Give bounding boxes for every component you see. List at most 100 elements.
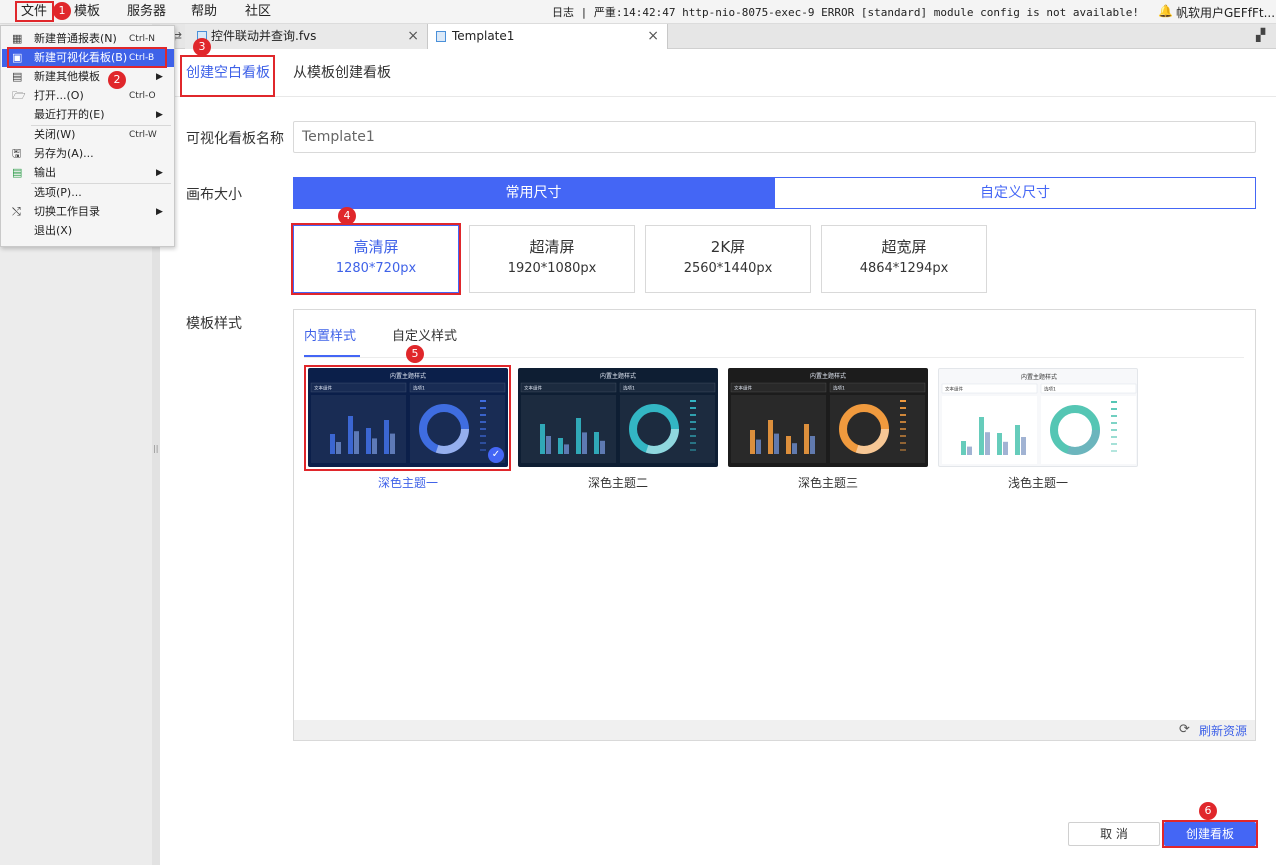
menu-item-export[interactable]: ▤ 输出 ▶ bbox=[2, 164, 174, 182]
menu-item-open[interactable]: 🗁 打开...(O) Ctrl-O bbox=[2, 87, 174, 105]
thumb-legend-swatch bbox=[1111, 408, 1117, 410]
create-dashboard-button[interactable]: 创建看板 bbox=[1164, 822, 1256, 846]
size-title: 超清屏 bbox=[529, 238, 575, 256]
tab-label: Template1 bbox=[452, 29, 515, 43]
theme-thumbnail[interactable]: 内置主题样式 文本组件 选项1 bbox=[518, 368, 718, 467]
size-resolution: 2560*1440px bbox=[683, 261, 773, 276]
dashboard-name-input[interactable]: Template1 bbox=[293, 121, 1256, 153]
thumb-bar bbox=[540, 424, 545, 454]
menu-item-new-other[interactable]: ▤ 新建其他模板 ▶ bbox=[2, 68, 174, 86]
theme-name: 深色主题一 bbox=[377, 476, 438, 490]
close-icon[interactable]: × bbox=[647, 24, 659, 49]
menu-file[interactable]: 文件 bbox=[21, 3, 47, 21]
thumb-legend-swatch bbox=[690, 449, 696, 451]
thumb-legend-swatch bbox=[900, 449, 906, 451]
theme-name: 深色主题三 bbox=[797, 476, 858, 490]
grid-report-icon: ▦ bbox=[12, 32, 23, 45]
tab-common-size[interactable]: 常用尺寸 bbox=[293, 177, 774, 209]
template-style-label: 模板样式 bbox=[186, 316, 242, 332]
menu-item-exit[interactable]: 退出(X) bbox=[2, 222, 174, 240]
cancel-button[interactable]: 取 消 bbox=[1068, 822, 1160, 846]
menu-item-options[interactable]: 选项(P)... bbox=[2, 184, 174, 202]
tab-menu-icon[interactable]: ▞ bbox=[1256, 28, 1265, 42]
step-badge: 3 bbox=[193, 38, 211, 56]
size-card-ultrawide[interactable]: 超宽屏 4864*1294px bbox=[821, 225, 987, 293]
refresh-resources-link[interactable]: 刷新资源 bbox=[1199, 722, 1247, 739]
refresh-icon[interactable]: ⟳ bbox=[1179, 722, 1190, 737]
tab-custom-style[interactable]: 自定义样式 bbox=[392, 325, 457, 344]
thumb-text-widget-label: 文本组件 bbox=[524, 385, 542, 392]
theme-preview: 内置主题样式 文本组件 选项1 bbox=[310, 372, 506, 463]
theme-thumbnail[interactable]: 内置主题样式 文本组件 选项1 bbox=[938, 368, 1138, 467]
size-card-hd[interactable]: 高清屏 1280*720px bbox=[293, 225, 459, 293]
thumb-dropdown-label: 选项1 bbox=[1044, 386, 1056, 393]
menu-shortcut: Ctrl-O bbox=[129, 91, 156, 101]
size-resolution: 1280*720px bbox=[335, 261, 417, 276]
menu-item-label: 选项(P)... bbox=[34, 186, 82, 199]
thumb-bar bbox=[330, 434, 335, 454]
close-icon[interactable]: × bbox=[407, 24, 419, 49]
size-resolution: 1920*1080px bbox=[507, 261, 597, 276]
tab-fvs[interactable]: 控件联动并查询.fvs × bbox=[185, 24, 428, 49]
thumb-bar bbox=[810, 436, 815, 454]
menu-shortcut: Ctrl-N bbox=[129, 34, 155, 44]
menu-item-new-report[interactable]: ▦ 新建普通报表(N) Ctrl-N bbox=[2, 30, 174, 48]
thumb-bar bbox=[1015, 425, 1020, 455]
menu-item-label: 打开...(O) bbox=[34, 89, 84, 102]
thumb-legend-swatch bbox=[480, 442, 486, 444]
log-status[interactable]: 日志 | 严重:14:42:47 http-nio-8075-exec-9 ER… bbox=[552, 4, 1139, 20]
thumb-bar bbox=[336, 442, 341, 454]
tab-create-blank[interactable]: 创建空白看板 bbox=[186, 62, 270, 84]
thumb-legend-swatch bbox=[690, 435, 696, 437]
thumb-legend-swatch bbox=[480, 449, 486, 451]
menu-item-recent[interactable]: 最近打开的(E) ▶ bbox=[2, 106, 174, 124]
thumb-bar bbox=[564, 444, 569, 454]
dashboard-icon: ▣ bbox=[12, 51, 23, 64]
menu-help[interactable]: 帮助 bbox=[191, 3, 217, 21]
thumb-legend-swatch bbox=[900, 428, 906, 430]
style-panel-footer bbox=[294, 720, 1255, 740]
menu-server[interactable]: 服务器 bbox=[127, 3, 166, 21]
thumb-legend-swatch bbox=[480, 435, 486, 437]
thumb-bar bbox=[594, 432, 599, 454]
tab-create-from-template[interactable]: 从模板创建看板 bbox=[293, 62, 391, 84]
menu-item-close[interactable]: 关闭(W) Ctrl-W bbox=[2, 126, 174, 144]
menu-item-label: 退出(X) bbox=[34, 224, 73, 237]
thumb-bar bbox=[786, 436, 791, 454]
thumb-title: 内置主题样式 bbox=[1021, 373, 1057, 381]
submenu-arrow-icon: ▶ bbox=[156, 110, 163, 120]
tab-label: 控件联动并查询.fvs bbox=[211, 29, 317, 43]
thumb-bar bbox=[354, 431, 359, 454]
thumb-bar bbox=[750, 430, 755, 454]
tab-template1[interactable]: Template1 × bbox=[428, 24, 668, 49]
theme-thumbnail[interactable]: 内置主题样式 文本组件 选项1 ✓ bbox=[308, 368, 508, 467]
menu-item-save-as[interactable]: 🖫 另存为(A)... bbox=[2, 145, 174, 163]
save-as-icon: 🖫 bbox=[12, 147, 22, 160]
theme-thumbnail[interactable]: 内置主题样式 文本组件 选项1 bbox=[728, 368, 928, 467]
thumb-bar bbox=[961, 441, 966, 455]
size-card-fhd[interactable]: 超清屏 1920*1080px bbox=[469, 225, 635, 293]
thumb-legend-swatch bbox=[690, 400, 696, 402]
size-card-2k[interactable]: 2K屏 2560*1440px bbox=[645, 225, 811, 293]
tab-custom-size[interactable]: 自定义尺寸 bbox=[774, 177, 1256, 209]
tab-builtin-style[interactable]: 内置样式 bbox=[304, 325, 356, 344]
thumb-dropdown-label: 选项1 bbox=[623, 385, 635, 392]
menu-item-switch-workdir[interactable]: ⤭ 切换工作目录 ▶ bbox=[2, 203, 174, 221]
thumb-bar bbox=[372, 438, 377, 454]
thumb-bar bbox=[600, 440, 605, 454]
folder-icon: 🗁 bbox=[12, 89, 26, 102]
thumb-bar bbox=[756, 439, 761, 454]
menu-template[interactable]: 模板 bbox=[74, 3, 100, 21]
user-name[interactable]: 帆软用户GEFfFt... bbox=[1176, 4, 1275, 21]
thumb-legend-swatch bbox=[690, 407, 696, 409]
menu-community[interactable]: 社区 bbox=[245, 3, 271, 21]
menu-item-label: 最近打开的(E) bbox=[34, 108, 105, 121]
menu-item-new-dashboard[interactable]: ▣ 新建可视化看板(B) Ctrl-B bbox=[2, 49, 174, 67]
menu-item-label: 输出 bbox=[34, 166, 56, 179]
submenu-arrow-icon: ▶ bbox=[156, 72, 163, 82]
thumb-bar bbox=[384, 420, 389, 454]
bell-icon[interactable]: 🔔 bbox=[1158, 4, 1173, 18]
thumb-legend-swatch bbox=[480, 407, 486, 409]
thumb-legend-swatch bbox=[900, 442, 906, 444]
thumb-legend-swatch bbox=[690, 428, 696, 430]
